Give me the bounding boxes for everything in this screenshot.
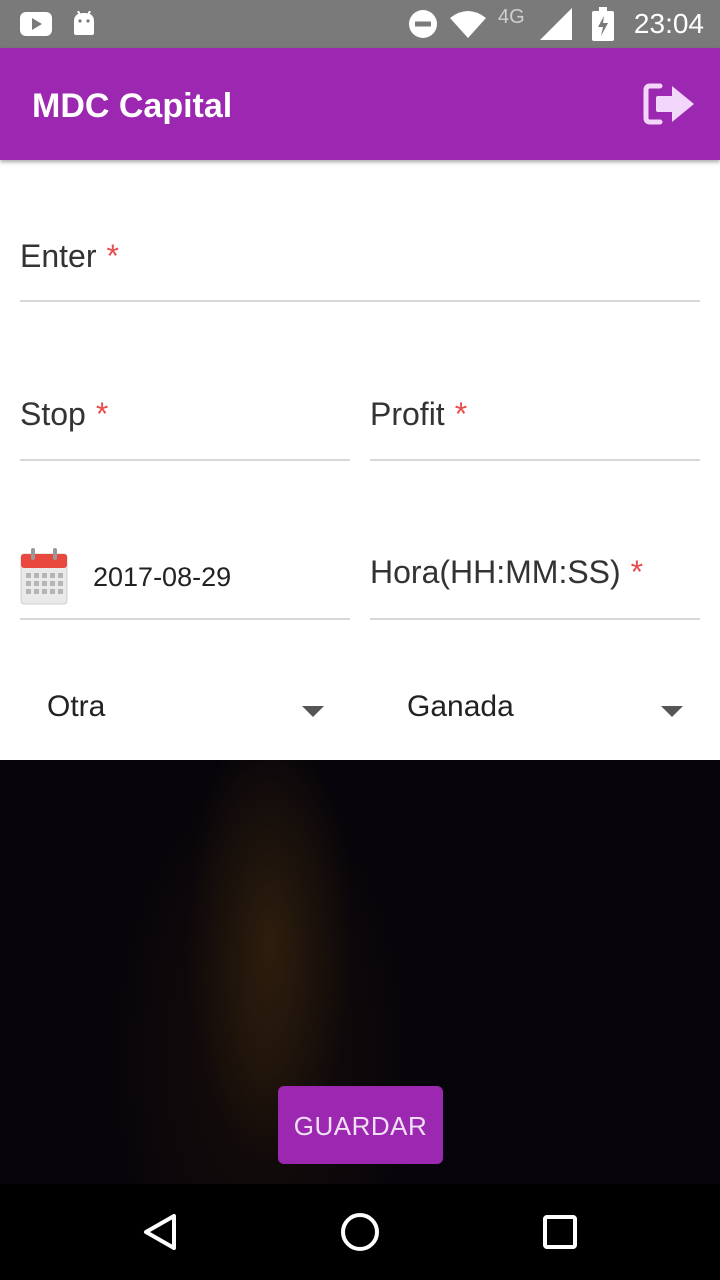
signal-icon (540, 0, 572, 48)
date-field[interactable] (20, 618, 350, 620)
battery-icon (592, 0, 614, 48)
do-not-disturb-icon (408, 0, 438, 48)
required-mark: * (630, 554, 644, 590)
logout-icon (643, 83, 694, 125)
profit-field[interactable] (370, 459, 700, 461)
date-value[interactable]: 2017-08-29 (93, 562, 231, 593)
chevron-down-icon (661, 706, 683, 717)
required-mark: * (95, 396, 109, 432)
clock: 23:04 (633, 8, 704, 39)
type-select-value: Otra (47, 690, 106, 723)
android-icon (72, 0, 96, 48)
stop-field[interactable] (20, 459, 350, 461)
time-field-label: Hora(HH:MM:SS) * (370, 554, 644, 590)
result-select-value: Ganada (407, 690, 514, 723)
wifi-icon (450, 0, 486, 48)
save-button[interactable]: GUARDAR (278, 1086, 443, 1164)
result-select[interactable]: Ganada (370, 690, 700, 734)
status-bar: 4G 23:04 (0, 0, 720, 48)
logout-button[interactable] (642, 82, 696, 126)
network-type: 4G (498, 6, 525, 28)
home-icon (341, 1213, 379, 1251)
time-field[interactable] (370, 618, 700, 620)
calendar-icon[interactable] (20, 548, 68, 606)
enter-field-label: Enter * (20, 238, 119, 274)
youtube-icon (20, 0, 52, 48)
required-mark: * (454, 396, 468, 432)
back-icon (144, 1214, 176, 1250)
navigation-bar (0, 1184, 720, 1280)
stop-field-label: Stop * (20, 396, 109, 432)
enter-field[interactable] (20, 300, 700, 302)
app-bar: MDC Capital (0, 48, 720, 160)
required-mark: * (106, 238, 119, 274)
profit-field-label: Profit * (370, 396, 468, 432)
chevron-down-icon (302, 706, 324, 717)
recents-icon (543, 1215, 577, 1249)
back-button[interactable] (126, 1198, 194, 1266)
recents-button[interactable] (526, 1198, 594, 1266)
home-button[interactable] (326, 1198, 394, 1266)
app-title: MDC Capital (32, 87, 233, 125)
type-select[interactable]: Otra (20, 690, 350, 734)
